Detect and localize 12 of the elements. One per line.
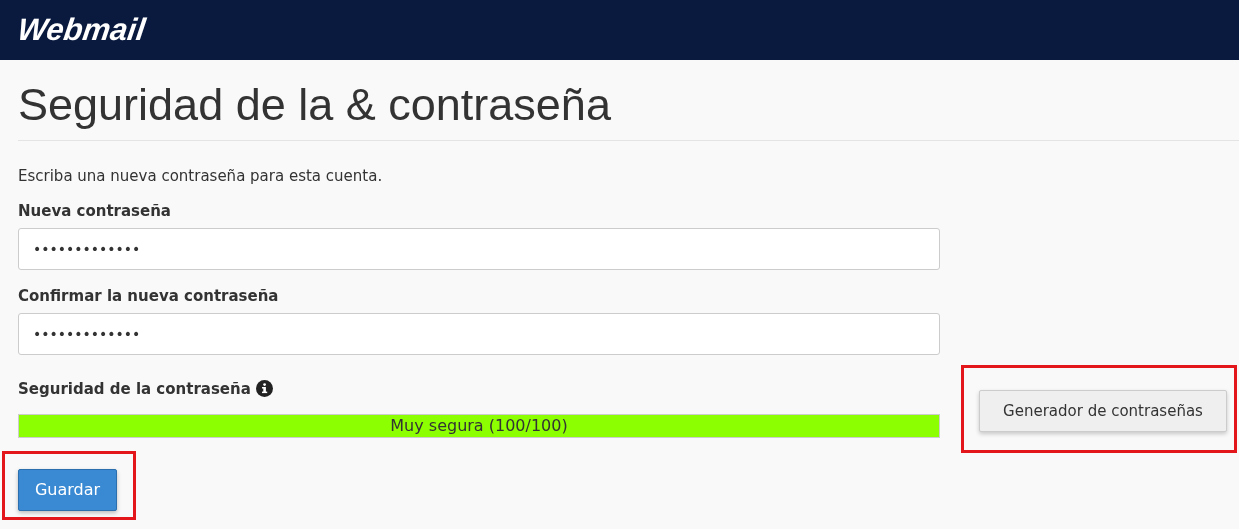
password-field[interactable]: •••••••••••••	[18, 312, 940, 355]
save-button[interactable]: Guardar	[18, 468, 117, 511]
webmail-logo: Webmail	[15, 12, 148, 48]
page-title: Seguridad de la & contraseña	[18, 60, 1239, 141]
password-generator-button[interactable]: Generador de contraseñas	[979, 389, 1227, 432]
field-label: Nueva contraseña	[18, 201, 171, 220]
strength-reading: Muy segura (100/100)	[389, 414, 569, 437]
info-icon[interactable]	[255, 380, 273, 397]
field-label: Confirmar la nueva contraseña	[18, 286, 279, 305]
intro-text: Escriba una nueva contraseña para esta cuenta.	[18, 166, 384, 185]
password-field[interactable]: •••••••••••••	[18, 227, 940, 270]
strength-label: Seguridad de la contraseña	[18, 379, 251, 398]
